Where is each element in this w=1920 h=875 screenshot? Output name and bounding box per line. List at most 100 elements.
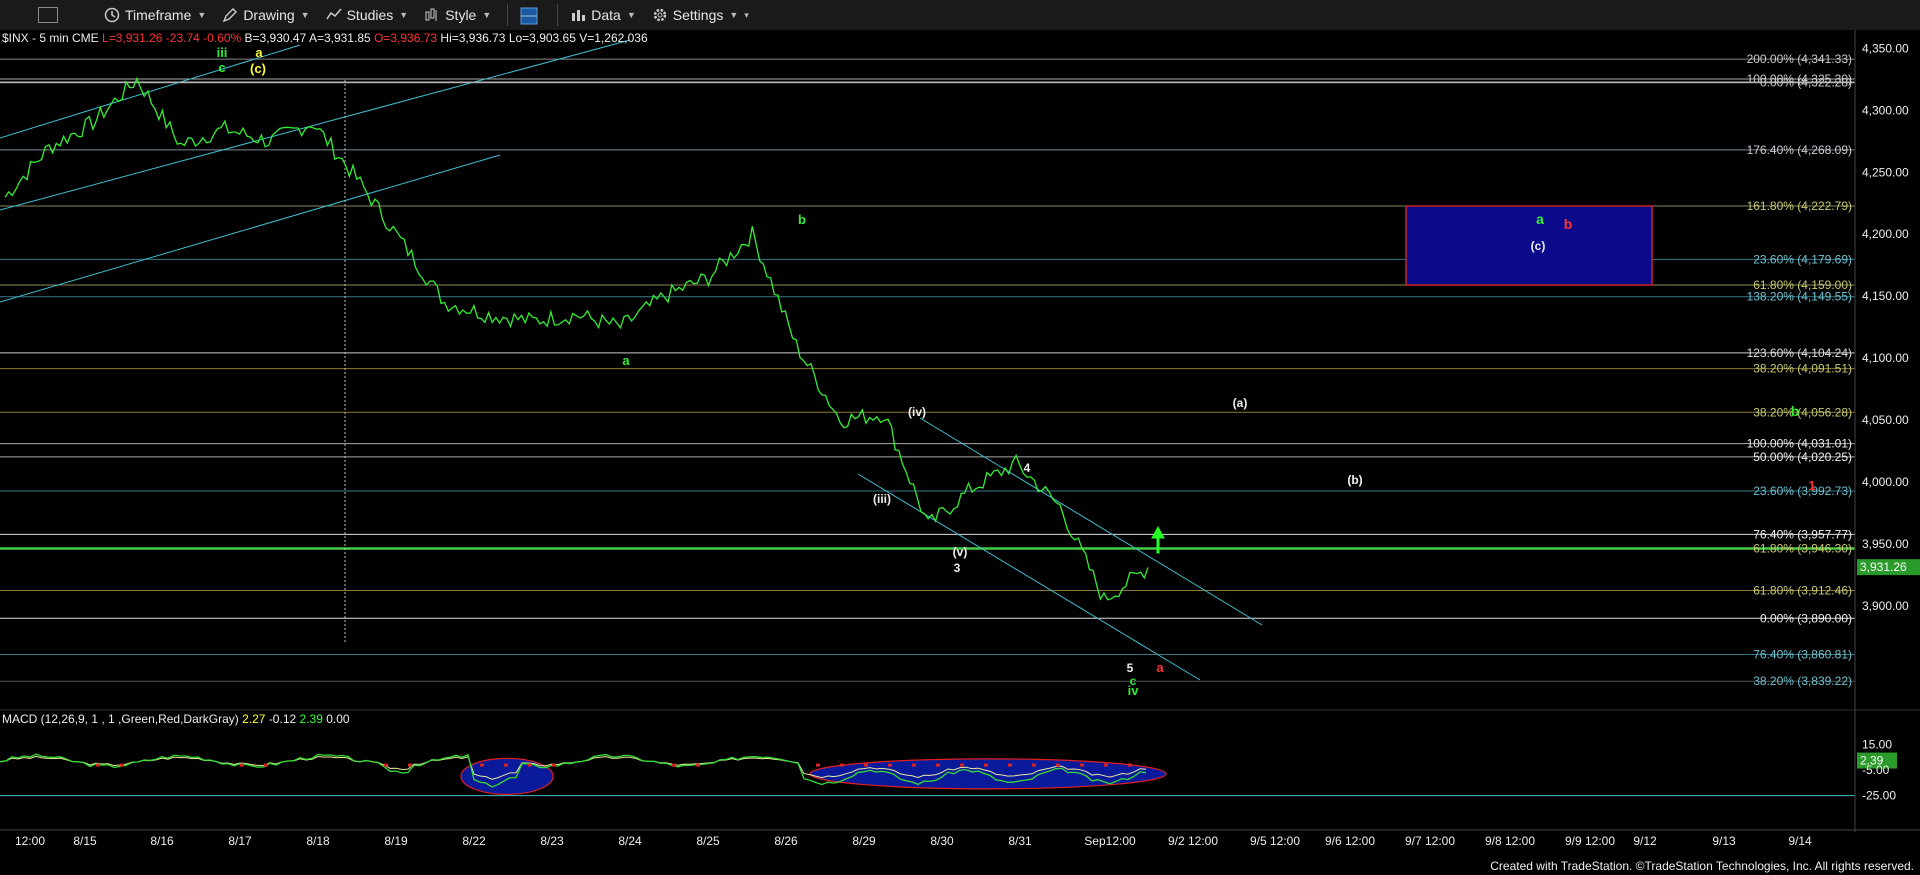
macd-histogram-bar — [1056, 763, 1060, 767]
ask-price: A=3,931.85 — [308, 31, 371, 45]
fib-label: 100.00% (4,031.01) — [1747, 437, 1852, 451]
macd-zero: 0.00 — [326, 712, 350, 726]
credit-text: Created with TradeStation. ©TradeStation… — [1490, 859, 1914, 873]
wave-label: iv — [1128, 683, 1140, 698]
macd-histogram-bar — [1032, 763, 1036, 767]
x-tick-label: 8/22 — [462, 834, 486, 848]
data-label: Data — [591, 7, 621, 23]
y-tick-label: 4,300.00 — [1862, 103, 1909, 117]
style-icon — [424, 7, 440, 23]
x-tick-label: 8/31 — [1008, 834, 1032, 848]
macd-histogram-bar — [1080, 763, 1084, 767]
chevron-down-icon: ▼ — [482, 10, 492, 20]
wave-label: a — [1536, 211, 1544, 227]
x-tick-label: 8/24 — [618, 834, 642, 848]
x-tick-label: 8/19 — [384, 834, 408, 848]
x-tick-label: 9/12 — [1633, 834, 1657, 848]
fib-label: 76.40% (3,860.81) — [1753, 647, 1852, 661]
x-tick-label: 8/29 — [852, 834, 876, 848]
studies-icon — [325, 7, 342, 23]
macd-histogram-bar — [504, 763, 508, 767]
volume: V=1,262,036 — [579, 31, 648, 45]
macd-histogram-bar — [840, 763, 844, 767]
x-tick-label: 9/14 — [1788, 834, 1812, 848]
macd-histogram-bar — [984, 763, 988, 767]
macd-histogram-bar — [120, 763, 124, 767]
x-tick-label: 9/6 12:00 — [1325, 834, 1375, 848]
bar-chart-icon — [570, 7, 586, 23]
fib-label: 61.80% (3,912.46) — [1753, 583, 1852, 597]
toolbar-divider — [557, 4, 559, 26]
settings-button[interactable]: Settings ▼ ▾ — [646, 3, 755, 27]
style-button[interactable]: Style ▼ — [418, 3, 497, 27]
fib-label: 123.60% (4,104.24) — [1747, 346, 1852, 360]
x-tick-label: 8/30 — [930, 834, 954, 848]
fib-label: 23.60% (3,992.73) — [1753, 484, 1852, 498]
price-chart[interactable]: 200.00% (4,341.33)100.00% (4,325.30)0.00… — [0, 30, 1920, 875]
fib-label: 38.20% (4,091.51) — [1753, 362, 1852, 376]
macd-histogram-bar — [912, 763, 916, 767]
data-button[interactable]: Data ▼ — [564, 3, 642, 27]
target-box-rect — [1405, 205, 1653, 286]
macd-histogram-bar — [408, 763, 412, 767]
x-tick-label: Sep12:00 — [1084, 834, 1136, 848]
layout-icon — [520, 7, 538, 25]
clock-icon — [104, 7, 120, 23]
fib-label: 38.20% (4,056.28) — [1753, 405, 1852, 419]
y-tick-label: 4,250.00 — [1862, 165, 1909, 179]
y-tick-label: 4,100.00 — [1862, 351, 1909, 365]
x-tick-label: 8/16 — [150, 834, 174, 848]
toolbar-divider — [507, 4, 509, 26]
symbol-label: $INX - 5 min CME — [2, 31, 99, 45]
macd-histogram-bar — [240, 763, 244, 767]
chevron-down-icon: ▼ — [300, 10, 310, 20]
fib-label: 176.40% (4,268.09) — [1747, 143, 1852, 157]
last-price: L=3,931.26 — [102, 31, 163, 45]
chevron-down-icon: ▼ — [626, 10, 636, 20]
fib-label: 200.00% (4,341.33) — [1747, 52, 1852, 66]
macd-histogram-bar — [96, 763, 100, 767]
fib-label: 161.80% (4,222.79) — [1747, 199, 1852, 213]
wave-label: 1 — [1808, 478, 1815, 493]
x-tick-label: 8/23 — [540, 834, 564, 848]
x-tick-label: 9/2 12:00 — [1168, 834, 1218, 848]
layout-button[interactable] — [514, 3, 547, 27]
macd-histogram-bar — [816, 763, 820, 767]
macd-header: MACD (12,26,9, 1 , 1 ,Green,Red,DarkGray… — [2, 712, 350, 726]
x-tick-label: 8/15 — [73, 834, 97, 848]
target-box — [1405, 205, 1653, 286]
wave-label: (v) — [953, 545, 968, 559]
x-tick-label: 8/17 — [228, 834, 252, 848]
x-tick-label: 9/8 12:00 — [1485, 834, 1535, 848]
wave-label: a — [1156, 660, 1164, 675]
chart-background — [0, 30, 1920, 875]
macd-histogram-bar — [696, 763, 700, 767]
studies-button[interactable]: Studies ▼ — [320, 3, 415, 27]
macd-histogram-bar — [1128, 763, 1132, 767]
drawing-button[interactable]: Drawing ▼ — [216, 3, 315, 27]
y-tick-label: 4,350.00 — [1862, 41, 1909, 55]
window-icon[interactable] — [38, 7, 58, 23]
chevron-down-icon: ▼ — [197, 10, 207, 20]
low-price: Lo=3,903.65 — [508, 31, 576, 45]
settings-label: Settings — [672, 7, 724, 23]
x-tick-label: 9/9 12:00 — [1565, 834, 1615, 848]
wave-label: (iv) — [908, 405, 926, 419]
macd-histogram-bar — [264, 763, 268, 767]
high-price: Hi=3,936.73 — [440, 31, 506, 45]
wave-label: b — [798, 212, 806, 227]
x-tick-label: 12:00 — [15, 834, 45, 848]
wave-label: (b) — [1347, 473, 1362, 487]
chevron-down-icon: ▾ — [744, 9, 749, 20]
wave-label: (c) — [1531, 239, 1546, 253]
macd-histogram-bar — [552, 763, 556, 767]
fib-label: 0.00% (3,890.00) — [1760, 611, 1852, 625]
wave-label: a — [255, 45, 263, 60]
y-tick-label: 3,900.00 — [1862, 599, 1909, 613]
macd-histogram-bar — [384, 763, 388, 767]
open-price: O=3,936.73 — [374, 31, 438, 45]
wave-label: 4 — [1024, 461, 1031, 475]
x-tick-label: 8/18 — [306, 834, 330, 848]
timeframe-button[interactable]: Timeframe ▼ — [98, 3, 212, 27]
x-tick-label: 9/7 12:00 — [1405, 834, 1455, 848]
